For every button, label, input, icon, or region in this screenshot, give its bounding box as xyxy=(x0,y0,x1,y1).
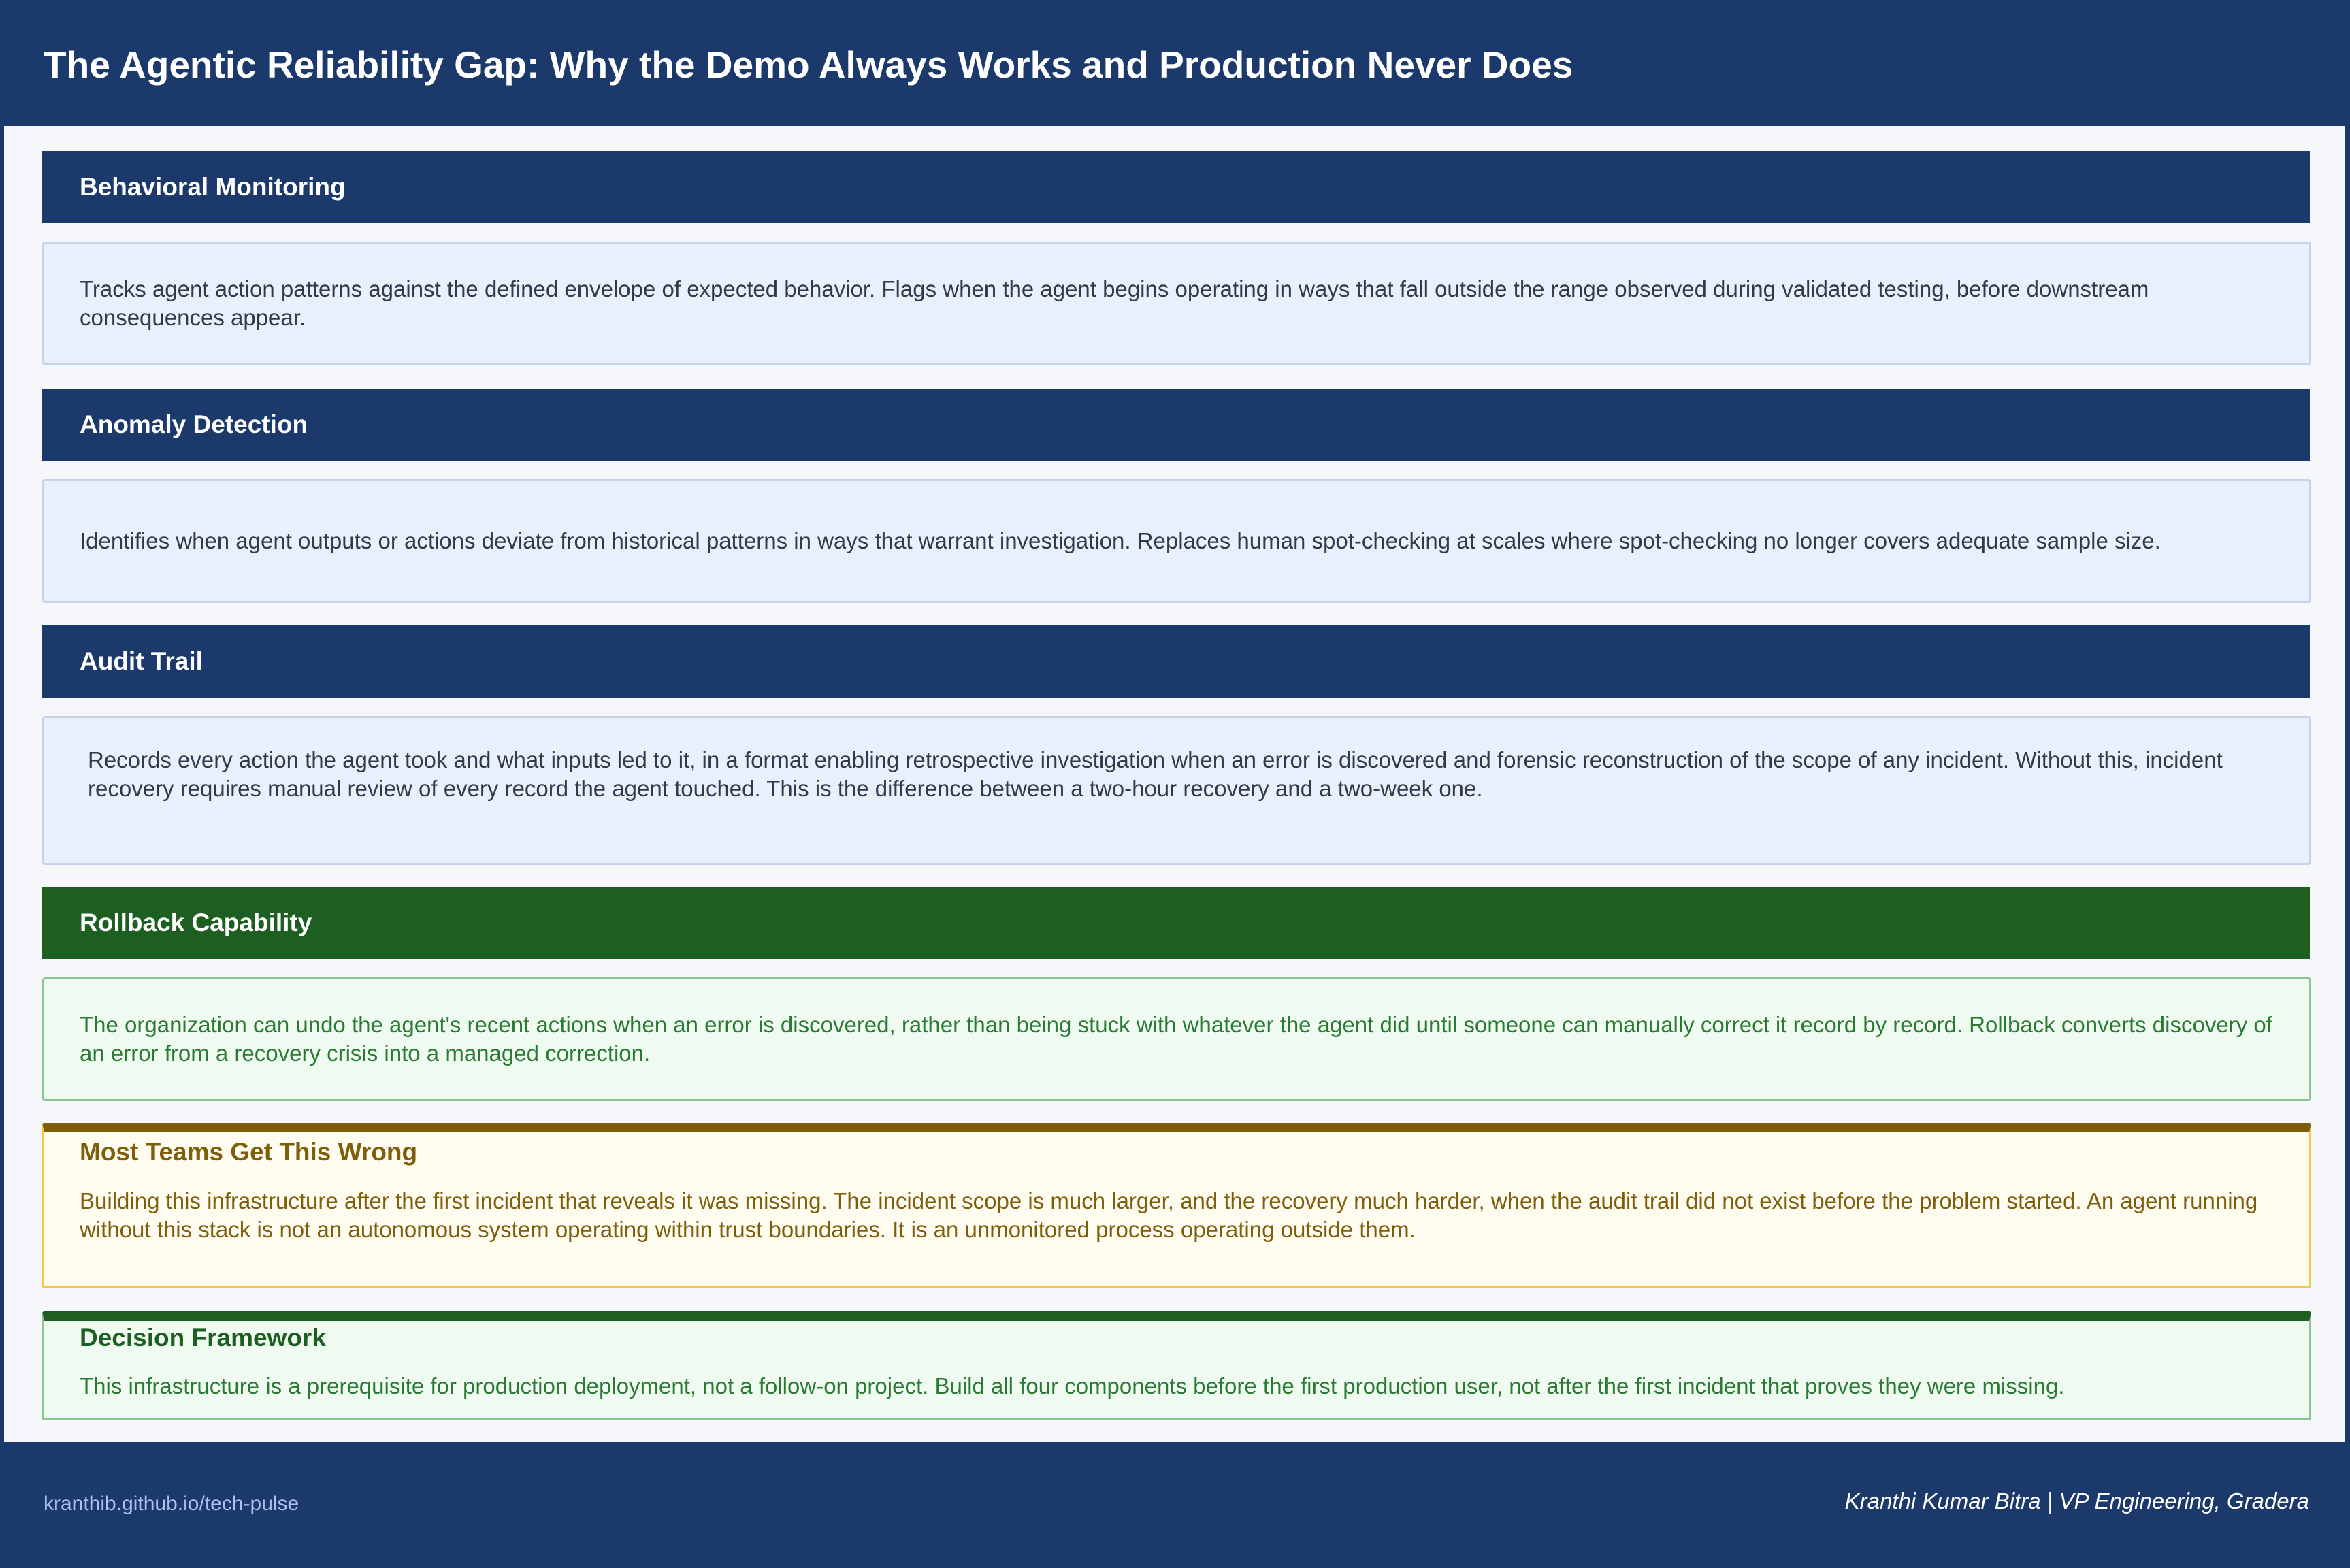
footer-author: Kranthi Kumar Bitra | VP Engineering, Gr… xyxy=(1844,1488,2309,1514)
section-title: Rollback Capability xyxy=(80,909,312,936)
section-title: Audit Trail xyxy=(80,647,203,675)
warning-text: Building this infrastructure after the f… xyxy=(80,1188,2258,1242)
section-text: Identifies when agent outputs or actions… xyxy=(80,528,2161,553)
decision-callout: Decision Framework This infrastructure i… xyxy=(42,1311,2311,1420)
warning-title: Most Teams Get This Wrong xyxy=(80,1138,418,1166)
section-title: Anomaly Detection xyxy=(80,410,308,438)
page-footer: kranthib.github.io/tech-pulse Kranthi Ku… xyxy=(0,1442,2350,1568)
section-text: Tracks agent action patterns against the… xyxy=(80,276,2149,330)
warning-callout: Most Teams Get This Wrong Building this … xyxy=(42,1123,2311,1288)
footer-link[interactable]: kranthib.github.io/tech-pulse xyxy=(44,1492,299,1516)
section-title: Behavioral Monitoring xyxy=(80,173,346,201)
section-header-behavioral-monitoring: Behavioral Monitoring xyxy=(42,151,2310,223)
section-description-rollback-capability: The organization can undo the agent's re… xyxy=(42,977,2311,1101)
decision-text: This infrastructure is a prerequisite fo… xyxy=(80,1373,2065,1399)
decision-title: Decision Framework xyxy=(80,1324,326,1352)
section-description-audit-trail: Records every action the agent took and … xyxy=(42,716,2311,865)
content-panel: Behavioral Monitoring Tracks agent actio… xyxy=(4,126,2345,1442)
page-header: The Agentic Reliability Gap: Why the Dem… xyxy=(0,0,2350,126)
section-header-anomaly-detection: Anomaly Detection xyxy=(42,389,2310,461)
section-description-behavioral-monitoring: Tracks agent action patterns against the… xyxy=(42,242,2311,365)
section-text: The organization can undo the agent's re… xyxy=(80,1012,2272,1066)
section-description-anomaly-detection: Identifies when agent outputs or actions… xyxy=(42,479,2311,603)
section-header-audit-trail: Audit Trail xyxy=(42,625,2310,698)
page-title: The Agentic Reliability Gap: Why the Dem… xyxy=(44,44,1573,86)
section-header-rollback-capability: Rollback Capability xyxy=(42,887,2310,959)
section-text: Records every action the agent took and … xyxy=(88,747,2223,801)
